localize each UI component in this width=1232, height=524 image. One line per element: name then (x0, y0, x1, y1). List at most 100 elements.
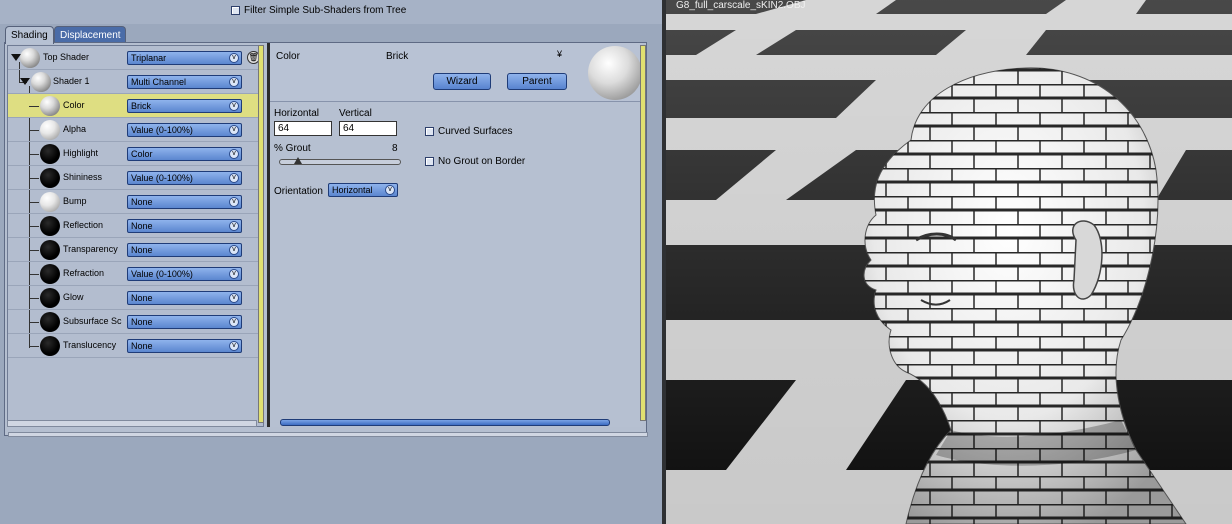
tree-line (29, 178, 39, 179)
dropdown-value: None (131, 293, 153, 303)
chevron-down-icon: v (229, 101, 239, 111)
shader-type-dropdown[interactable]: Triplanar v (127, 51, 242, 65)
parent-button[interactable]: Parent (507, 73, 567, 90)
window-scrollbar[interactable] (8, 432, 648, 437)
shader-type-dropdown[interactable]: None v (127, 291, 242, 305)
row-label: Translucency (63, 340, 117, 350)
tree-row-translucency[interactable]: Translucency None v (8, 334, 263, 358)
shader-preview-sphere (40, 192, 60, 212)
tree-line (29, 322, 39, 323)
tree-row-alpha[interactable]: Alpha Value (0-100%) v (8, 118, 263, 142)
shader-type-dropdown[interactable]: Brick v (127, 99, 242, 113)
tab-displacement[interactable]: Displacement (54, 26, 126, 43)
dropdown-value: Color (131, 149, 153, 159)
chevron-down-icon: v (229, 125, 239, 135)
tree-row-reflection[interactable]: Reflection None v (8, 214, 263, 238)
properties-vertical-scrollbar[interactable] (640, 45, 646, 421)
shader-type-dropdown[interactable]: None v (127, 339, 242, 353)
no-grout-option[interactable]: No Grout on Border (425, 156, 525, 167)
horizontal-field[interactable]: 64 (274, 121, 332, 136)
shader-preview-sphere (40, 264, 60, 284)
tree-line (29, 202, 39, 203)
properties-horizontal-scrollbar[interactable] (280, 419, 610, 426)
tree-row-transparency[interactable]: Transparency None v (8, 238, 263, 262)
triangle-down-icon[interactable] (20, 78, 30, 85)
chevron-down-icon: v (229, 245, 239, 255)
render-image (666, 0, 1232, 524)
shader-type-dropdown[interactable]: None v (127, 219, 242, 233)
chevron-down-icon: v (229, 197, 239, 207)
shader-preview-sphere (40, 96, 60, 116)
tree-row-shader-1[interactable]: Shader 1 Multi Channel v (8, 70, 263, 94)
tree-row-glow[interactable]: Glow None v (8, 286, 263, 310)
shader-preview-sphere (588, 46, 642, 100)
tree-row-shininess[interactable]: Shininess Value (0-100%) v (8, 166, 263, 190)
row-label: Subsurface Sc (63, 316, 122, 326)
shader-preview-sphere (40, 144, 60, 164)
row-label: Shader 1 (53, 76, 90, 86)
wizard-button[interactable]: Wizard (433, 73, 491, 90)
tree-row-highlight[interactable]: Highlight Color v (8, 142, 263, 166)
shader-type-dropdown[interactable]: Value (0-100%) v (127, 171, 242, 185)
dropdown-value: None (131, 245, 153, 255)
shader-preview-sphere (31, 72, 51, 92)
no-grout-checkbox[interactable] (425, 157, 434, 166)
shader-tree: Top Shader Triplanar v 🗑 Shader 1 Multi C… (7, 45, 264, 427)
shader-type-dropdown[interactable]: Multi Channel v (127, 75, 242, 89)
chevron-down-icon: v (229, 53, 239, 63)
shader-type-dropdown[interactable]: Color v (127, 147, 242, 161)
curved-surfaces-label: Curved Surfaces (438, 126, 513, 137)
row-label: Refraction (63, 268, 105, 278)
tree-row-top-shader[interactable]: Top Shader Triplanar v 🗑 (8, 46, 263, 70)
tree-row-refraction[interactable]: Refraction Value (0-100%) v (8, 262, 263, 286)
shader-preview-sphere (20, 48, 40, 68)
shader-type-dropdown[interactable]: Value (0-100%) v (127, 123, 242, 137)
orientation-label: Orientation (274, 186, 323, 197)
tree-row-color[interactable]: Color Brick v (8, 94, 263, 118)
row-label: Color (63, 100, 85, 110)
shader-preview-sphere (40, 168, 60, 188)
curved-surfaces-checkbox[interactable] (425, 127, 434, 136)
row-label: Reflection (63, 220, 104, 230)
tree-line (29, 298, 39, 299)
shader-type-dropdown[interactable]: None v (127, 243, 242, 257)
grout-slider[interactable] (279, 157, 401, 165)
tree-row-subsurface[interactable]: Subsurface Sc None v (8, 310, 263, 334)
orientation-dropdown[interactable]: Horizontal v (328, 183, 398, 197)
curved-surfaces-option[interactable]: Curved Surfaces (425, 126, 512, 137)
horizontal-label: Horizontal (274, 108, 320, 119)
tree-vertical-scrollbar[interactable] (258, 45, 264, 423)
shader-preview-sphere (40, 336, 60, 356)
shader-type-dropdown[interactable]: None v (127, 195, 242, 209)
slider-knob[interactable] (294, 157, 302, 164)
chevron-down-icon: v (229, 221, 239, 231)
tree-line (29, 250, 39, 251)
dropdown-value: Value (0-100%) (131, 269, 193, 279)
tree-row-bump[interactable]: Bump None v (8, 190, 263, 214)
filter-checkbox[interactable] (231, 6, 240, 15)
shader-name: Brick (386, 51, 409, 62)
chevron-down-icon: v (229, 149, 239, 159)
chevron-down-icon[interactable]: ¥ (557, 49, 562, 59)
vertical-field[interactable]: 64 (339, 121, 397, 136)
channel-label: Color (276, 51, 300, 62)
tree-line (29, 226, 39, 227)
tab-shading[interactable]: Shading (5, 26, 54, 44)
shader-preview-sphere (40, 312, 60, 332)
dropdown-value: Brick (131, 101, 151, 111)
dropdown-value: Value (0-100%) (131, 125, 193, 135)
row-label: Highlight (63, 148, 99, 158)
dropdown-value: Multi Channel (131, 77, 187, 87)
row-label: Top Shader (43, 52, 90, 62)
render-viewport[interactable]: G8_full_carscale_sKIN2.OBJ (662, 0, 1232, 524)
chevron-down-icon: v (229, 293, 239, 303)
tree-horizontal-scrollbar[interactable] (7, 420, 257, 427)
grout-label: % Grout (274, 143, 311, 154)
shader-properties-panel: Color Brick ¥ Wizard Parent Horizontal 6… (267, 43, 646, 427)
dropdown-value: Triplanar (131, 53, 167, 63)
shader-type-dropdown[interactable]: Value (0-100%) v (127, 267, 242, 281)
row-label: Alpha (63, 124, 87, 134)
tree-line (29, 346, 39, 347)
shader-type-dropdown[interactable]: None v (127, 315, 242, 329)
filter-row[interactable]: Filter Simple Sub-Shaders from Tree (231, 5, 406, 16)
